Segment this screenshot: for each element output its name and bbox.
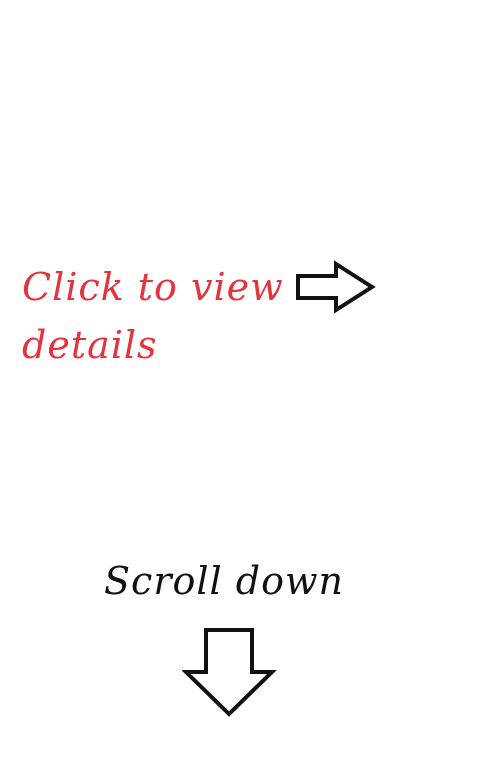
right-arrow-icon[interactable] [294, 258, 378, 316]
page: Click to view details Scroll down [0, 0, 480, 764]
scroll-down-hint: Scroll down [104, 559, 344, 603]
view-details-link[interactable]: Click to view details [22, 258, 302, 374]
down-arrow-icon [182, 628, 277, 717]
